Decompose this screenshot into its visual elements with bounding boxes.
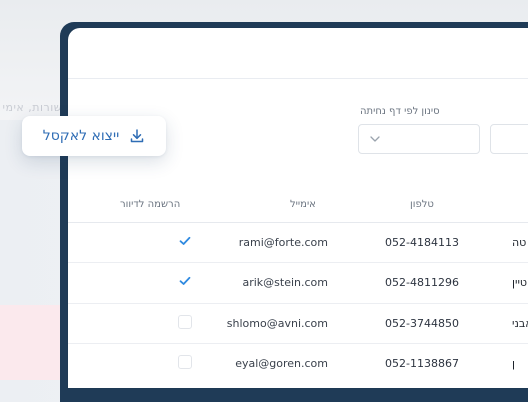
column-header-email[interactable]: אימייל (290, 199, 316, 210)
cell-phone: 052-4811296 (385, 276, 459, 289)
cell-email: shlomo@avni.com (226, 317, 328, 330)
checkmark-icon (179, 236, 191, 245)
checkmark-icon (179, 276, 191, 285)
cell-email: rami@forte.com (238, 236, 328, 249)
cell-phone: 052-4184113 (385, 236, 459, 249)
column-header-registration[interactable]: הרשמה לדיוור (120, 199, 180, 210)
registration-checkbox[interactable] (178, 315, 192, 329)
download-icon (130, 129, 144, 143)
export-label: ייצוא לאקסל (42, 128, 120, 144)
registration-checkbox[interactable] (178, 355, 192, 369)
cell-email: arik@stein.com (242, 276, 328, 289)
landing-page-filter-select[interactable] (358, 124, 480, 154)
cell-name: ן (512, 357, 515, 370)
chevron-down-icon (370, 136, 380, 142)
export-to-excel-button[interactable]: ייצוא לאקסל (22, 116, 166, 156)
row-divider (68, 262, 528, 263)
column-header-phone[interactable]: טלפון (410, 199, 434, 210)
topbar-divider (68, 78, 528, 79)
secondary-filter-select[interactable] (490, 124, 528, 154)
background-ghost-text: שורות, אימי (2, 101, 62, 113)
cell-name: טיין (512, 276, 528, 289)
row-divider (68, 343, 528, 344)
cell-name: טה (512, 236, 527, 249)
cell-phone: 052-1138867 (385, 357, 459, 370)
cell-email: eyal@goren.com (235, 357, 328, 370)
filter-label: סינון לפי דף נחיתה (360, 106, 440, 117)
cell-phone: 052-3744850 (385, 317, 459, 330)
cell-name: אבני (512, 317, 528, 330)
row-divider (68, 303, 528, 304)
registration-checkbox[interactable] (178, 234, 192, 248)
registration-checkbox[interactable] (178, 274, 192, 288)
table-header-divider (68, 222, 528, 223)
